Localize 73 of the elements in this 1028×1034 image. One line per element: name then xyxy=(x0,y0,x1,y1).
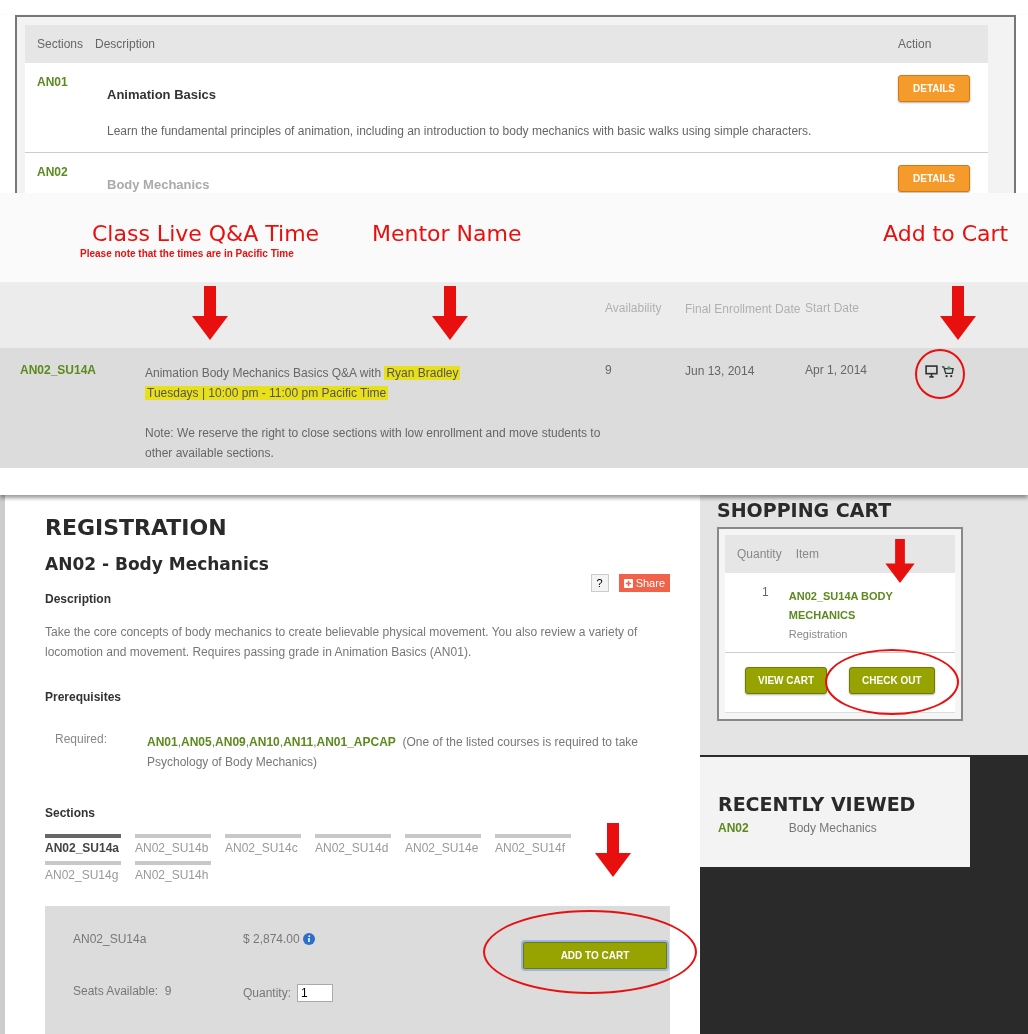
course-title: Animation Basics xyxy=(107,87,218,102)
prerequisite-link[interactable]: AN01 xyxy=(147,735,178,749)
callout-arrow xyxy=(940,286,976,340)
cart-item-link[interactable]: AN02_SU14A BODY MECHANICS xyxy=(788,587,951,625)
column-header: Item xyxy=(795,547,820,561)
enrollment-date: Jun 13, 2014 xyxy=(685,363,756,380)
view-cart-button[interactable]: VIEW CART xyxy=(745,667,828,694)
prerequisite-link[interactable]: AN10 xyxy=(249,735,280,749)
session-description: Animation Body Mechanics Basics Q&A with Ryan Bradley Tuesdays | 10:00 pm - 11:00 pm Pacific Time xyxy=(145,365,462,402)
prerequisite-link[interactable]: AN01_APCAP xyxy=(316,735,396,749)
details-button[interactable]: DETAILS xyxy=(898,75,971,102)
prerequisite-link[interactable]: AN05 xyxy=(181,735,212,749)
annotation-label: Add to Cart xyxy=(883,221,1010,246)
quantity-field[interactable]: 1 xyxy=(297,984,334,1002)
section-note: Note: We reserve the right to close sections with low enrollment and move students to other available sections. xyxy=(145,425,602,462)
course-title: Body Mechanics xyxy=(107,177,211,192)
recent-course-link[interactable]: AN02 xyxy=(718,821,749,835)
start-date: Apr 1, 2014 xyxy=(805,363,869,379)
callout-arrow xyxy=(885,539,915,583)
cart-title: SHOPPING CART xyxy=(717,499,893,521)
section-heading: Prerequisites xyxy=(45,690,123,704)
section-heading: Sections xyxy=(45,806,96,820)
section-tab[interactable]: AN02_SU14d xyxy=(315,834,391,855)
details-button[interactable]: DETAILS xyxy=(898,165,971,192)
help-button[interactable]: ? xyxy=(590,574,609,592)
section-tab[interactable]: AN02_SU14a xyxy=(45,834,121,855)
info-icon[interactable] xyxy=(302,933,315,945)
check-out-button[interactable]: CHECK OUT xyxy=(849,667,935,694)
cart-item-text: AN02_SU14A BODY MECHANICS Registration xyxy=(788,585,951,644)
prerequisite-text: AN01,AN05,AN09,AN10,AN11,AN01_APCAP (One of the listed courses is required to take Psychology of Body Mechanics) xyxy=(147,734,639,771)
callout-arrow xyxy=(192,286,228,340)
annotation-label: Class Live Q&A Time xyxy=(91,221,321,246)
page-title: REGISTRATION xyxy=(45,515,228,540)
plus-icon xyxy=(623,578,633,588)
prerequisite-link[interactable]: AN09 xyxy=(215,735,246,749)
column-header: Description xyxy=(95,37,157,51)
column-header: Availability xyxy=(605,301,663,315)
recent-title: RECENTLY VIEWED xyxy=(718,793,917,815)
price-value: $ 2,874.00 xyxy=(243,932,300,946)
section-code: AN02_SU14a xyxy=(73,932,148,946)
section-tab[interactable]: AN02_SU14f xyxy=(495,834,571,855)
annotation-note: Please note that the times are in Pacific Time xyxy=(80,248,295,259)
section-tab[interactable]: AN02_SU14h xyxy=(135,861,211,882)
callout-arrow xyxy=(595,823,631,877)
section-tab[interactable]: AN02_SU14g xyxy=(45,861,121,882)
availability-value: 9 xyxy=(605,363,613,379)
annotation-label: Mentor Name xyxy=(372,221,523,246)
item-quantity: 1 xyxy=(761,585,770,601)
section-tab[interactable]: AN02_SU14e xyxy=(405,834,481,855)
recent-course-name: Body Mechanics xyxy=(788,821,877,835)
course-code[interactable]: AN01 xyxy=(25,75,95,138)
column-header: Sections xyxy=(36,37,85,51)
column-header: Start Date xyxy=(805,301,861,315)
required-label: Required: xyxy=(55,732,109,748)
section-tab[interactable]: AN02_SU14b xyxy=(135,834,211,855)
section-heading: Description xyxy=(45,592,112,606)
column-header: Action xyxy=(898,37,933,51)
add-to-cart-button[interactable]: ADD TO CART xyxy=(523,942,667,969)
section-code[interactable]: AN02_SU14A xyxy=(20,363,145,468)
course-heading: AN02 - Body Mechanics xyxy=(45,554,269,574)
share-button[interactable]: Share xyxy=(618,574,670,592)
column-header: Final Enrollment Date xyxy=(685,301,802,318)
seats-label: Seats Available: 9 xyxy=(73,984,173,998)
column-header: Quantity xyxy=(737,547,782,561)
quantity-label: Quantity: xyxy=(243,986,292,1000)
course-description: Take the core concepts of body mechanics to create believable physical movement. You also review a variety of locomotion and movement. Requires passing grade in Animation Basics (AN01). xyxy=(45,624,639,661)
cart-icon[interactable] xyxy=(941,365,954,378)
callout-arrow xyxy=(432,286,468,340)
monitor-icon[interactable] xyxy=(925,365,938,378)
course-code[interactable]: AN02 xyxy=(25,165,95,192)
section-tab[interactable]: AN02_SU14c xyxy=(225,834,301,855)
course-description: Learn the fundamental principles of animation, including an introduction to body mechanics with basic walks using simple characters. xyxy=(107,124,813,138)
callout-circle xyxy=(915,349,965,399)
